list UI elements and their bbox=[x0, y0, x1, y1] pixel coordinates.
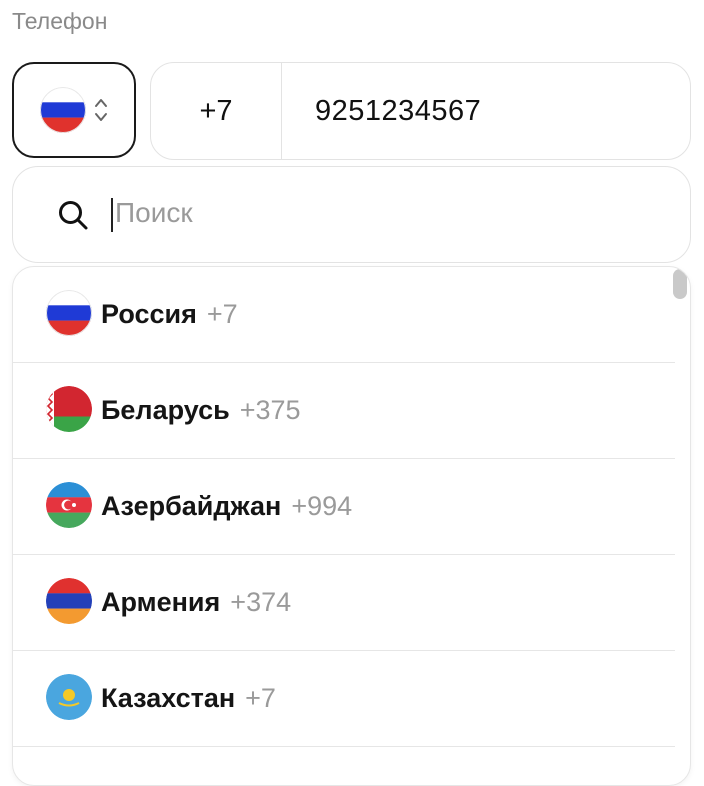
kazakhstan-flag-icon bbox=[46, 674, 92, 720]
country-dial-code: +7 bbox=[206, 299, 238, 329]
chevron-up-down-icon bbox=[94, 96, 108, 124]
country-code-selector[interactable] bbox=[12, 62, 136, 158]
country-dropdown-list[interactable]: Россия +7 Беларусь +375 Азербайджан +994… bbox=[12, 266, 691, 786]
country-search-input[interactable]: Поиск bbox=[12, 166, 691, 263]
country-dial-code: +374 bbox=[230, 587, 292, 617]
search-placeholder: Поиск bbox=[115, 197, 193, 228]
azerbaijan-flag-icon bbox=[46, 482, 92, 528]
search-icon bbox=[59, 201, 88, 230]
country-name: Армения bbox=[101, 587, 221, 617]
country-item-azerbaijan[interactable]: Азербайджан +994 bbox=[13, 459, 675, 555]
russia-flag-icon bbox=[46, 290, 92, 336]
text-cursor bbox=[111, 198, 113, 232]
dropdown-scrollbar[interactable] bbox=[673, 269, 687, 299]
phone-input-group: +7 9251234567 bbox=[150, 62, 691, 160]
phone-field-label: Телефон bbox=[12, 8, 108, 34]
country-dial-code: +375 bbox=[239, 395, 301, 425]
armenia-flag-icon bbox=[46, 578, 92, 624]
country-item-kazakhstan[interactable]: Казахстан +7 bbox=[13, 651, 675, 747]
country-dial-code: +7 bbox=[245, 683, 276, 713]
country-item-belarus[interactable]: Беларусь +375 bbox=[13, 363, 675, 459]
phone-country-code: +7 bbox=[151, 63, 282, 159]
country-name: Азербайджан bbox=[101, 491, 282, 521]
country-item-armenia[interactable]: Армения +374 bbox=[13, 555, 675, 651]
country-item-russia[interactable]: Россия +7 bbox=[13, 267, 675, 363]
russia-flag-icon bbox=[40, 87, 86, 133]
belarus-flag-icon bbox=[46, 386, 92, 432]
country-dial-code: +994 bbox=[291, 491, 353, 521]
country-name: Казахстан bbox=[101, 683, 236, 713]
country-name: Россия bbox=[101, 299, 197, 329]
phone-number-input[interactable]: 9251234567 bbox=[315, 63, 481, 159]
country-name: Беларусь bbox=[101, 395, 230, 425]
